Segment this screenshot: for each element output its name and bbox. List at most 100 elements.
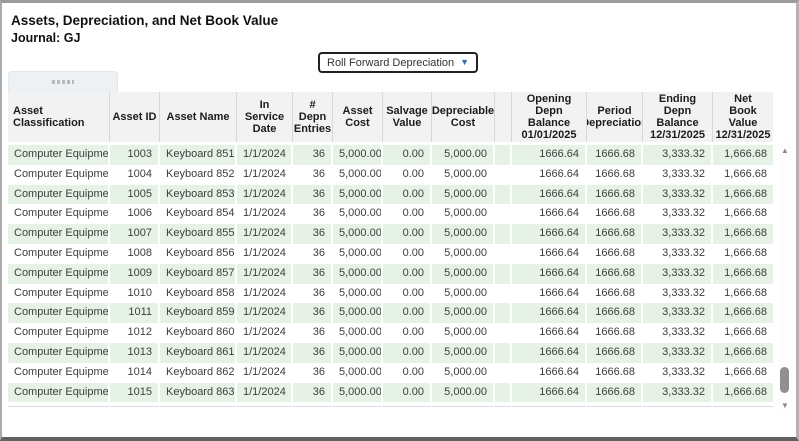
table-cell: 1012 (110, 323, 160, 343)
scroll-down-icon[interactable]: ▼ (778, 400, 792, 412)
table-cell: 1666.64 (512, 323, 587, 343)
table-cell: 1666.68 (587, 145, 643, 165)
partial-cell (432, 402, 495, 407)
table-cell (495, 224, 512, 244)
table-cell: 3,333.32 (643, 383, 713, 403)
header-cell: Asset ID (110, 92, 160, 142)
table-cell: 1,666.68 (713, 383, 773, 403)
table-cell (495, 244, 512, 264)
header-cell: # Depn Entries (293, 92, 333, 142)
table-cell: 5,000.00 (432, 363, 495, 383)
table-cell: Keyboard 861 (160, 343, 237, 363)
table-cell: 3,333.32 (643, 185, 713, 205)
table-cell: 1666.64 (512, 185, 587, 205)
table-cell: 1/1/2024 (237, 224, 293, 244)
table-cell: 5,000.00 (333, 165, 383, 185)
table-row: Computer Equipment1011Keyboard 8591/1/20… (8, 303, 773, 323)
table-cell: 5,000.00 (432, 383, 495, 403)
table-cell: 1,666.68 (713, 264, 773, 284)
table-cell: 5,000.00 (333, 363, 383, 383)
table-cell: 0.00 (383, 165, 432, 185)
partial-cell (110, 402, 160, 407)
partial-row (8, 402, 773, 407)
header-cell: Salvage Value (383, 92, 432, 142)
table-cell: 0.00 (383, 363, 432, 383)
table-cell: 1,666.68 (713, 323, 773, 343)
table-cell: 5,000.00 (432, 244, 495, 264)
table-cell: Computer Equipment (8, 363, 110, 383)
table-cell: Keyboard 858 (160, 284, 237, 304)
table-cell: 5,000.00 (432, 145, 495, 165)
table-cell: 1003 (110, 145, 160, 165)
table-cell: Keyboard 851 (160, 145, 237, 165)
table-cell: 1013 (110, 343, 160, 363)
table-cell: 1666.68 (587, 323, 643, 343)
table-header-row: Asset ClassificationAsset IDAsset NameIn… (8, 92, 773, 142)
table-cell: 1/1/2024 (237, 185, 293, 205)
table-cell: 36 (293, 185, 333, 205)
table-cell: 1/1/2024 (237, 165, 293, 185)
table-cell: 1666.68 (587, 284, 643, 304)
report-view-dropdown[interactable]: Roll Forward Depreciation ▼ (318, 52, 478, 73)
vertical-scrollbar[interactable]: ▲ ▼ (778, 142, 792, 415)
table-cell: Computer Equipment (8, 343, 110, 363)
table-cell: 1/1/2024 (237, 343, 293, 363)
table-cell: 1007 (110, 224, 160, 244)
table-cell: 1/1/2024 (237, 303, 293, 323)
partial-cell (160, 402, 237, 407)
table-row: Computer Equipment1015Keyboard 8631/1/20… (8, 383, 773, 403)
table-cell: 1/1/2024 (237, 383, 293, 403)
table-cell: Keyboard 857 (160, 264, 237, 284)
table-cell: 5,000.00 (432, 264, 495, 284)
table-cell: 36 (293, 323, 333, 343)
panel-collapse-tab[interactable] (8, 71, 118, 92)
table-cell: 3,333.32 (643, 244, 713, 264)
table-cell: 5,000.00 (333, 185, 383, 205)
table-cell: 5,000.00 (333, 343, 383, 363)
table-cell: 5,000.00 (333, 244, 383, 264)
table-row: Computer Equipment1013Keyboard 8611/1/20… (8, 343, 773, 363)
header-cell: Asset Cost (333, 92, 383, 142)
partial-cell (293, 402, 333, 407)
header-cell: Ending Depn Balance 12/31/2025 (643, 92, 713, 142)
table-cell (495, 284, 512, 304)
table-cell: 5,000.00 (432, 323, 495, 343)
table-cell: 3,333.32 (643, 145, 713, 165)
table-cell: 5,000.00 (432, 224, 495, 244)
page-title: Assets, Depreciation, and Net Book Value (11, 13, 278, 28)
journal-subtitle: Journal: GJ (11, 31, 80, 45)
table-cell: Keyboard 854 (160, 204, 237, 224)
table-cell: 36 (293, 363, 333, 383)
chevron-down-icon: ▼ (460, 58, 469, 67)
table-row: Computer Equipment1004Keyboard 8521/1/20… (8, 165, 773, 185)
table-cell: 36 (293, 145, 333, 165)
table-cell: 1/1/2024 (237, 323, 293, 343)
table-cell: 1666.64 (512, 343, 587, 363)
table-cell: 1,666.68 (713, 145, 773, 165)
table-cell: 0.00 (383, 303, 432, 323)
scroll-thumb[interactable] (780, 367, 789, 393)
table-cell: Keyboard 853 (160, 185, 237, 205)
table-cell: 0.00 (383, 264, 432, 284)
table-row: Computer Equipment1009Keyboard 8571/1/20… (8, 264, 773, 284)
table-cell: 3,333.32 (643, 264, 713, 284)
table-cell: 1666.68 (587, 204, 643, 224)
scroll-up-icon[interactable]: ▲ (778, 145, 792, 157)
table-cell: 5,000.00 (432, 284, 495, 304)
table-cell: Computer Equipment (8, 204, 110, 224)
table-cell: 1666.68 (587, 303, 643, 323)
table-cell: 5,000.00 (432, 343, 495, 363)
table-cell: 1666.64 (512, 363, 587, 383)
table-row: Computer Equipment1014Keyboard 8621/1/20… (8, 363, 773, 383)
table-cell (495, 264, 512, 284)
table-cell: 1666.64 (512, 224, 587, 244)
table-cell: 5,000.00 (432, 165, 495, 185)
table-cell: 1666.68 (587, 363, 643, 383)
table-cell: 1,666.68 (713, 185, 773, 205)
table-cell: Computer Equipment (8, 185, 110, 205)
table-cell: 1666.64 (512, 165, 587, 185)
table-body: Computer Equipment1003Keyboard 8511/1/20… (8, 142, 773, 407)
table-cell: 0.00 (383, 145, 432, 165)
partial-cell (587, 402, 643, 407)
table-cell: 36 (293, 165, 333, 185)
